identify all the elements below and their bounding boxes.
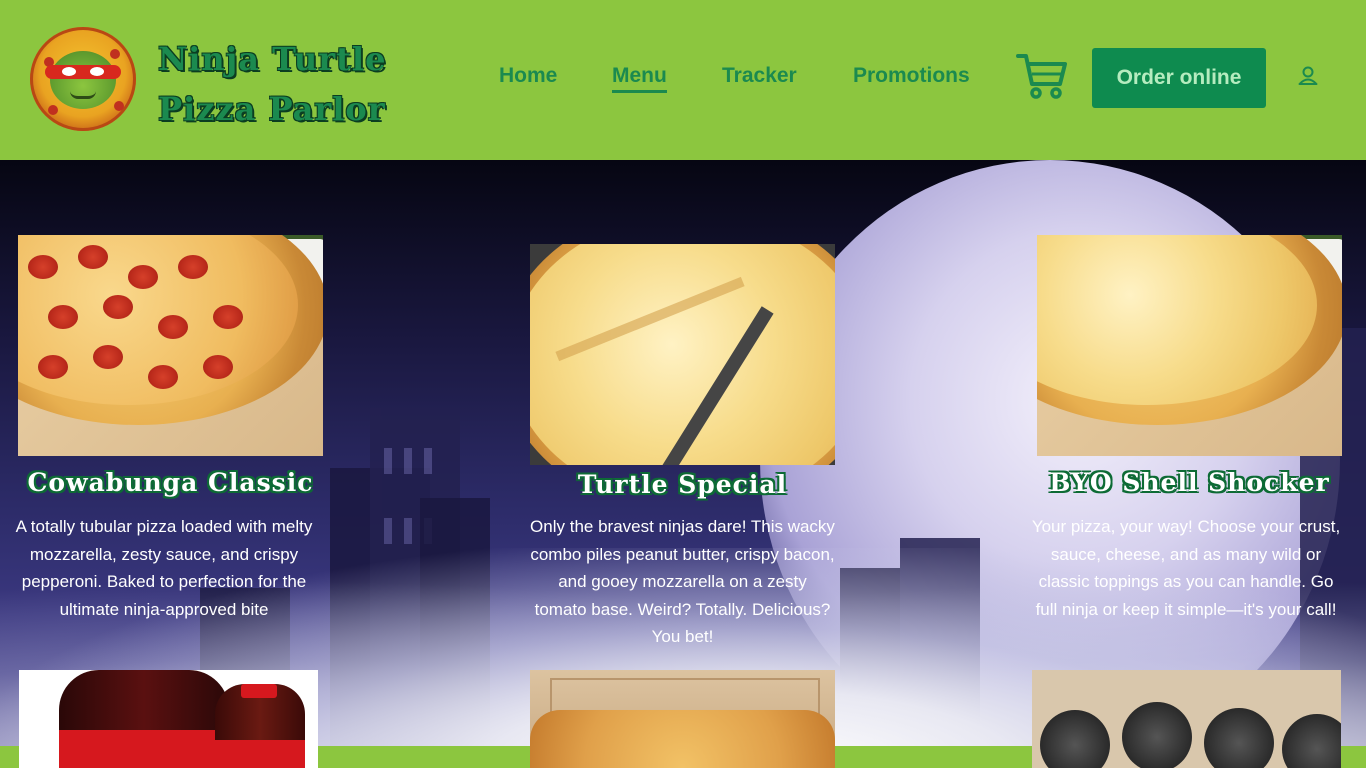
menu-item-description: A totally tubular pizza loaded with melt… [15,517,313,619]
order-online-button[interactable]: Order online [1092,48,1266,108]
cart-icon[interactable] [1016,50,1068,100]
menu-item-title: Turtle Special [577,470,788,499]
site-header: Ninja Turtle Pizza Parlor Home Menu Trac… [0,0,1366,160]
brand-line-2: Pizza Parlor [158,90,386,128]
brand-name[interactable]: Ninja Turtle Pizza Parlor [158,34,393,134]
brand-line-1: Ninja Turtle [158,40,387,78]
turtle-eye [90,67,104,76]
turtle-face [50,51,116,109]
menu-item-image[interactable] [18,235,323,456]
menu-item-image[interactable] [530,244,835,465]
menu-item-image[interactable] [1037,235,1342,456]
menu-item-image[interactable] [1032,670,1341,768]
turtle-eye [62,67,76,76]
nav-menu[interactable]: Menu [612,64,667,93]
account-icon[interactable] [1296,64,1320,88]
pepperoni-dot [110,49,120,59]
turtle-mask [45,65,121,79]
menu-item-description: Your pizza, your way! Choose your crust,… [1031,517,1341,619]
menu-item-image[interactable] [19,670,318,768]
menu-item-image[interactable] [530,670,835,768]
menu-item-title: BYO Shell Shocker [1049,468,1330,497]
turtle-mouth [70,91,96,99]
nav-home[interactable]: Home [499,64,557,88]
nav-promotions[interactable]: Promotions [853,64,970,88]
menu-item-description: Only the bravest ninjas dare! This wacky… [530,517,835,646]
pepperoni-dot [48,105,58,115]
menu-item-title: Cowabunga Classic [27,468,314,497]
turtle-pizza-logo-icon[interactable] [30,27,136,131]
pepperoni-dot [114,101,124,111]
nav-tracker[interactable]: Tracker [722,64,797,88]
